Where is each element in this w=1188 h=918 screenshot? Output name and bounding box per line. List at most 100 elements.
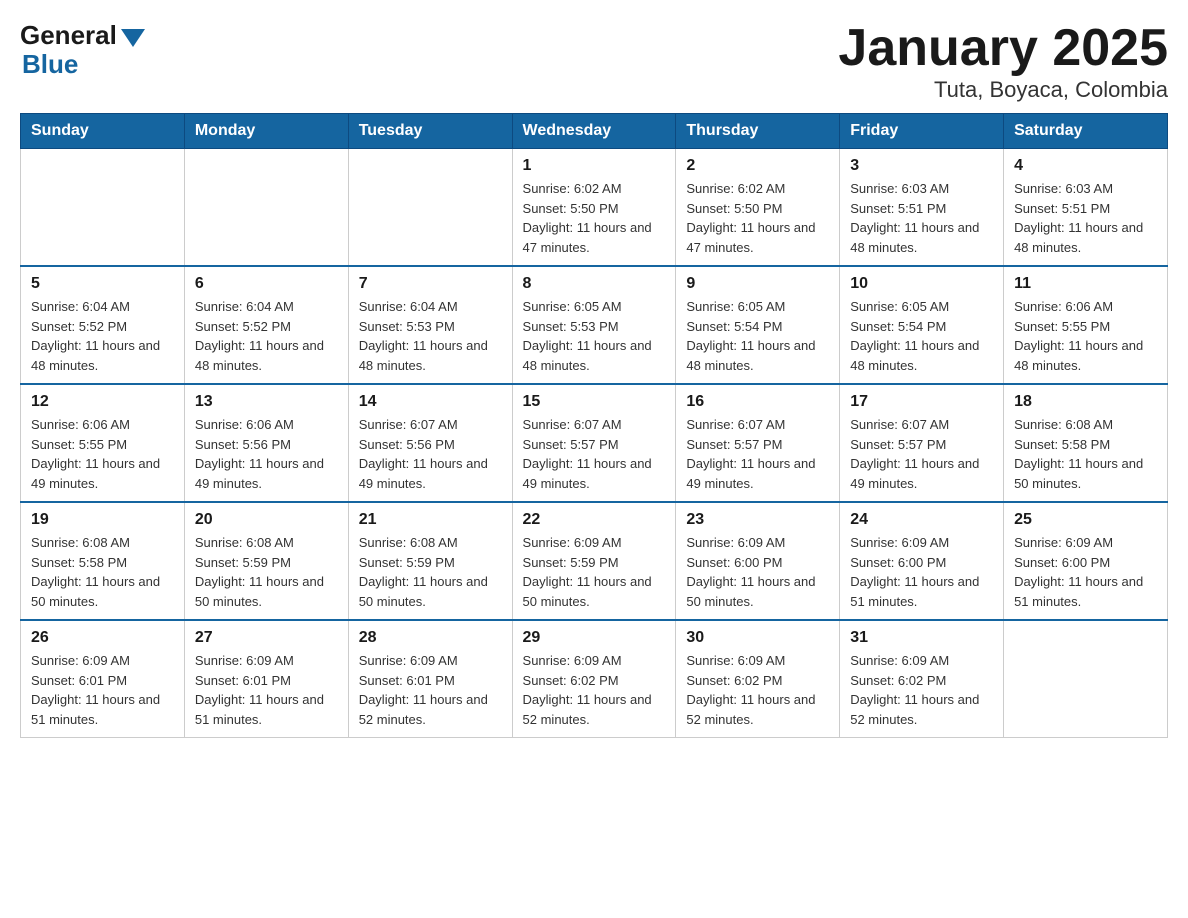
day-number: 25 <box>1014 511 1157 529</box>
day-info: Sunrise: 6:09 AMSunset: 6:01 PMDaylight:… <box>359 651 502 729</box>
calendar-cell <box>184 149 348 267</box>
day-info: Sunrise: 6:05 AMSunset: 5:53 PMDaylight:… <box>523 297 666 375</box>
day-info: Sunrise: 6:04 AMSunset: 5:52 PMDaylight:… <box>31 297 174 375</box>
logo-arrow-icon <box>121 29 145 47</box>
day-info: Sunrise: 6:08 AMSunset: 5:59 PMDaylight:… <box>359 533 502 611</box>
day-number: 1 <box>523 157 666 175</box>
day-info: Sunrise: 6:09 AMSunset: 6:01 PMDaylight:… <box>195 651 338 729</box>
day-number: 13 <box>195 393 338 411</box>
day-info: Sunrise: 6:02 AMSunset: 5:50 PMDaylight:… <box>686 179 829 257</box>
calendar-cell: 5Sunrise: 6:04 AMSunset: 5:52 PMDaylight… <box>21 266 185 384</box>
logo-general-text: General <box>20 20 117 51</box>
calendar-cell: 19 Sunrise: 6:08 AMSunset: 5:58 PMDayligh… <box>21 502 185 620</box>
calendar-cell: 13 Sunrise: 6:06 AMSunset: 5:56 PMDayligh… <box>184 384 348 502</box>
day-number: 30 <box>686 629 829 647</box>
day-number: 28 <box>359 629 502 647</box>
logo: General Blue <box>20 20 145 80</box>
calendar-cell: 4Sunrise: 6:03 AMSunset: 5:51 PMDaylight… <box>1004 149 1168 267</box>
day-number: 10 <box>850 275 993 293</box>
day-info: Sunrise: 6:09 AMSunset: 6:00 PMDaylight:… <box>850 533 993 611</box>
day-info: Sunrise: 6:03 AMSunset: 5:51 PMDaylight:… <box>850 179 993 257</box>
day-number: 21 <box>359 511 502 529</box>
calendar-cell: 9Sunrise: 6:05 AMSunset: 5:54 PMDaylight… <box>676 266 840 384</box>
calendar-cell: 26Sunrise: 6:09 AMSunset: 6:01 PMDayligh… <box>21 620 185 738</box>
day-info: Sunrise: 6:08 AMSunset: 5:58 PMDaylight:… <box>31 533 174 611</box>
day-info: Sunrise: 6:05 AMSunset: 5:54 PMDaylight:… <box>850 297 993 375</box>
calendar-week-3: 12 Sunrise: 6:06 AMSunset: 5:55 PMDayligh… <box>21 384 1168 502</box>
day-number: 31 <box>850 629 993 647</box>
day-info: Sunrise: 6:09 AMSunset: 6:00 PMDaylight:… <box>686 533 829 611</box>
weekday-header-saturday: Saturday <box>1004 114 1168 149</box>
day-info: Sunrise: 6:09 AMSunset: 6:00 PMDaylight:… <box>1014 533 1157 611</box>
day-number: 16 <box>686 393 829 411</box>
calendar-cell: 21 Sunrise: 6:08 AMSunset: 5:59 PMDayligh… <box>348 502 512 620</box>
day-info: Sunrise: 6:07 AMSunset: 5:57 PMDaylight:… <box>523 415 666 493</box>
calendar-cell: 11 Sunrise: 6:06 AMSunset: 5:55 PMDayligh… <box>1004 266 1168 384</box>
calendar-cell: 3Sunrise: 6:03 AMSunset: 5:51 PMDaylight… <box>840 149 1004 267</box>
calendar-week-1: 1 Sunrise: 6:02 AMSunset: 5:50 PMDaylight… <box>21 149 1168 267</box>
day-number: 18 <box>1014 393 1157 411</box>
calendar-cell: 18 Sunrise: 6:08 AMSunset: 5:58 PMDayligh… <box>1004 384 1168 502</box>
day-number: 6 <box>195 275 338 293</box>
day-info: Sunrise: 6:06 AMSunset: 5:55 PMDaylight:… <box>1014 297 1157 375</box>
day-info: Sunrise: 6:06 AMSunset: 5:55 PMDaylight:… <box>31 415 174 493</box>
calendar-cell: 15 Sunrise: 6:07 AMSunset: 5:57 PMDayligh… <box>512 384 676 502</box>
calendar-cell: 27 Sunrise: 6:09 AMSunset: 6:01 PMDayligh… <box>184 620 348 738</box>
day-number: 2 <box>686 157 829 175</box>
calendar-cell: 29 Sunrise: 6:09 AMSunset: 6:02 PMDayligh… <box>512 620 676 738</box>
day-info: Sunrise: 6:09 AMSunset: 6:02 PMDaylight:… <box>686 651 829 729</box>
day-number: 22 <box>523 511 666 529</box>
calendar-cell: 22 Sunrise: 6:09 AMSunset: 5:59 PMDayligh… <box>512 502 676 620</box>
calendar-cell: 12 Sunrise: 6:06 AMSunset: 5:55 PMDayligh… <box>21 384 185 502</box>
day-info: Sunrise: 6:05 AMSunset: 5:54 PMDaylight:… <box>686 297 829 375</box>
weekday-header-tuesday: Tuesday <box>348 114 512 149</box>
calendar-header-row: SundayMondayTuesdayWednesdayThursdayFrid… <box>21 114 1168 149</box>
day-info: Sunrise: 6:06 AMSunset: 5:56 PMDaylight:… <box>195 415 338 493</box>
day-info: Sunrise: 6:02 AMSunset: 5:50 PMDaylight:… <box>523 179 666 257</box>
day-info: Sunrise: 6:07 AMSunset: 5:57 PMDaylight:… <box>686 415 829 493</box>
calendar-week-5: 26 Sunrise: 6:09 AMSunset: 6:01 PMDayligh… <box>21 620 1168 738</box>
day-info: Sunrise: 6:04 AMSunset: 5:53 PMDaylight:… <box>359 297 502 375</box>
day-number: 26 <box>31 629 174 647</box>
day-number: 11 <box>1014 275 1157 293</box>
calendar-cell: 25 Sunrise: 6:09 AMSunset: 6:00 PMDayligh… <box>1004 502 1168 620</box>
day-info: Sunrise: 6:08 AMSunset: 5:59 PMDaylight:… <box>195 533 338 611</box>
day-info: Sunrise: 6:09 AMSunset: 6:02 PMDaylight:… <box>850 651 993 729</box>
day-number: 24 <box>850 511 993 529</box>
calendar-cell <box>1004 620 1168 738</box>
calendar-cell <box>348 149 512 267</box>
day-number: 12 <box>31 393 174 411</box>
day-info: Sunrise: 6:09 AMSunset: 6:02 PMDaylight:… <box>523 651 666 729</box>
day-number: 19 <box>31 511 174 529</box>
calendar-cell: 17Sunrise: 6:07 AMSunset: 5:57 PMDayligh… <box>840 384 1004 502</box>
day-number: 23 <box>686 511 829 529</box>
calendar-cell: 31 Sunrise: 6:09 AMSunset: 6:02 PMDayligh… <box>840 620 1004 738</box>
day-info: Sunrise: 6:09 AMSunset: 5:59 PMDaylight:… <box>523 533 666 611</box>
day-info: Sunrise: 6:04 AMSunset: 5:52 PMDaylight:… <box>195 297 338 375</box>
day-number: 8 <box>523 275 666 293</box>
weekday-header-wednesday: Wednesday <box>512 114 676 149</box>
day-info: Sunrise: 6:08 AMSunset: 5:58 PMDaylight:… <box>1014 415 1157 493</box>
calendar-cell: 24 Sunrise: 6:09 AMSunset: 6:00 PMDayligh… <box>840 502 1004 620</box>
calendar-cell: 16 Sunrise: 6:07 AMSunset: 5:57 PMDayligh… <box>676 384 840 502</box>
day-info: Sunrise: 6:07 AMSunset: 5:56 PMDaylight:… <box>359 415 502 493</box>
calendar-cell: 6 Sunrise: 6:04 AMSunset: 5:52 PMDaylight… <box>184 266 348 384</box>
calendar-cell: 10 Sunrise: 6:05 AMSunset: 5:54 PMDayligh… <box>840 266 1004 384</box>
weekday-header-monday: Monday <box>184 114 348 149</box>
day-number: 7 <box>359 275 502 293</box>
day-number: 4 <box>1014 157 1157 175</box>
calendar-cell: 14 Sunrise: 6:07 AMSunset: 5:56 PMDayligh… <box>348 384 512 502</box>
weekday-header-sunday: Sunday <box>21 114 185 149</box>
calendar-week-4: 19 Sunrise: 6:08 AMSunset: 5:58 PMDayligh… <box>21 502 1168 620</box>
day-number: 29 <box>523 629 666 647</box>
calendar-cell: 1 Sunrise: 6:02 AMSunset: 5:50 PMDaylight… <box>512 149 676 267</box>
weekday-header-friday: Friday <box>840 114 1004 149</box>
day-number: 27 <box>195 629 338 647</box>
day-number: 14 <box>359 393 502 411</box>
location-text: Tuta, Boyaca, Colombia <box>838 77 1168 103</box>
day-number: 17 <box>850 393 993 411</box>
calendar-cell: 30 Sunrise: 6:09 AMSunset: 6:02 PMDayligh… <box>676 620 840 738</box>
day-number: 15 <box>523 393 666 411</box>
month-title: January 2025 <box>838 20 1168 77</box>
calendar-cell: 2 Sunrise: 6:02 AMSunset: 5:50 PMDaylight… <box>676 149 840 267</box>
